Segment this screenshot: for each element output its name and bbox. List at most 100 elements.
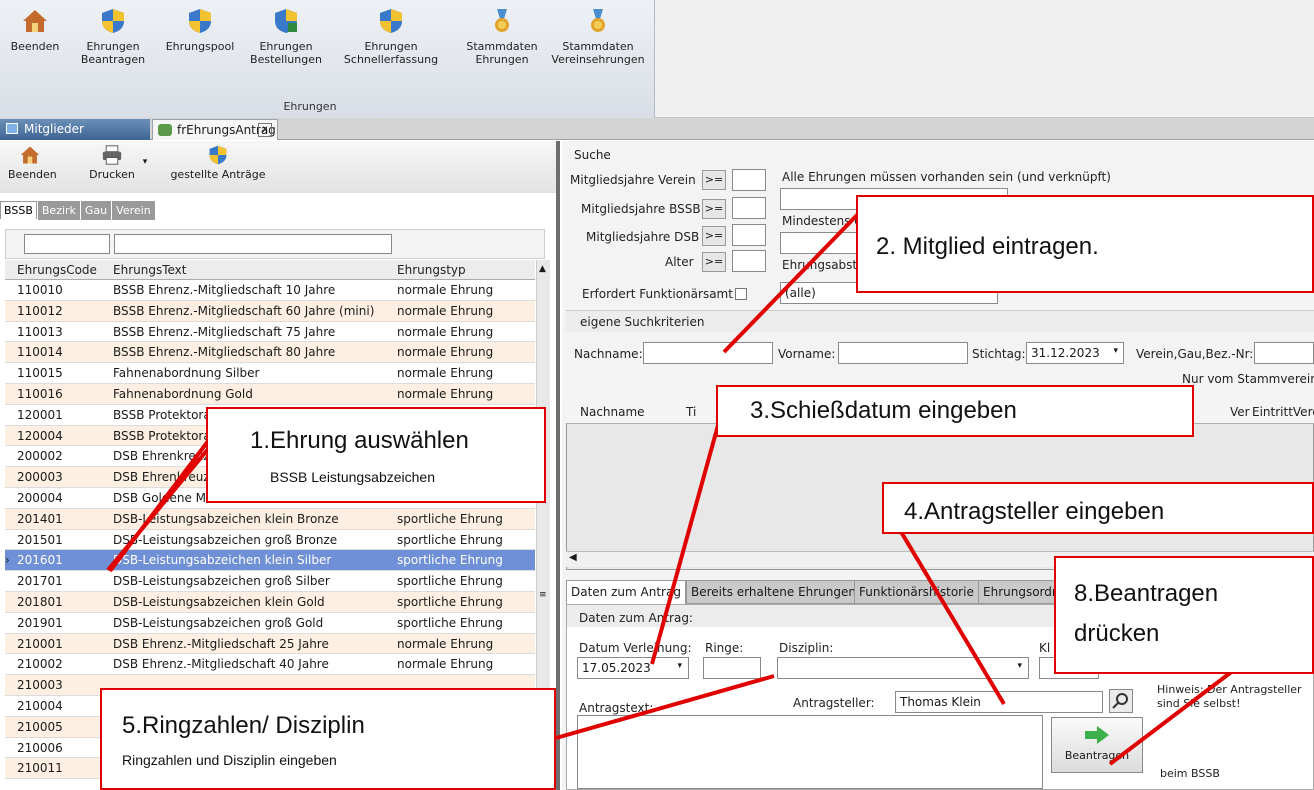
mj-verein-op[interactable]: >= (702, 170, 726, 190)
drucken-button[interactable]: Drucken (86, 145, 138, 181)
shield-b-icon (275, 9, 297, 33)
datum-input[interactable]: 17.05.2023 ▾ (577, 657, 689, 679)
table-cell: normale Ehrung (397, 657, 494, 672)
mj-bssb-op[interactable]: >= (702, 199, 726, 219)
beenden-button[interactable]: Beenden (8, 145, 57, 181)
tab-funktionaershistorie[interactable]: Funktionärshistorie (854, 580, 979, 604)
tab-gau[interactable]: Gau (80, 201, 112, 220)
ehrungsabst-label: Ehrungsabst (782, 258, 858, 272)
chevron-down-icon[interactable]: ▾ (1017, 661, 1022, 671)
col-ehrungstext[interactable]: EhrungsText (113, 260, 397, 280)
col-titel[interactable]: Ti (686, 405, 696, 419)
col-ehrungstyp[interactable]: Ehrungstyp (397, 260, 535, 280)
table-cell: DSB-Leistungsabzeichen groß Gold (113, 615, 324, 630)
alle-ehrungen-label: Alle Ehrungen müssen vorhanden sein (und… (782, 170, 1111, 184)
mj-dsb-label: Mitgliedsjahre DSB (586, 230, 700, 244)
table-cell: normale Ehrung (397, 366, 494, 381)
alter-input[interactable] (732, 250, 766, 272)
ribbon-ehrungen-schnellerfassung-button[interactable]: Ehrungen Schnellerfassung (336, 8, 446, 98)
mj-dsb-op[interactable]: >= (702, 226, 726, 246)
table-cell: DSB-Leistungsabzeichen klein Silber (113, 553, 332, 568)
chevron-down-icon[interactable]: ▾ (1113, 346, 1118, 356)
erfordert-checkbox[interactable] (735, 288, 747, 300)
col-nachname[interactable]: Nachname (580, 405, 645, 419)
splitter[interactable] (556, 141, 560, 790)
tab-ehrungsordnung[interactable]: Ehrungsordn (978, 580, 1065, 604)
table-row[interactable]: 201701 DSB-Leistungsabzeichen groß Silber… (5, 571, 535, 592)
ribbon: Beenden Ehrungen Beantragen Ehrungspool … (0, 0, 1314, 118)
ribbon-ehrungspool-button[interactable]: Ehrungspool (160, 8, 240, 98)
table-row[interactable]: 210001 DSB Ehrenz.-Mitgliedschaft 25 Jahr… (5, 633, 535, 655)
table-row[interactable]: 110016 Fahnenabordnung Gold normale Ehrung (5, 383, 535, 405)
table-row[interactable]: › 201601 DSB-Leistungsabzeichen klein Silb… (5, 550, 535, 572)
callout-3: 3.Schießdatum eingeben (716, 385, 1194, 437)
callout-4: 4.Antragsteller eingeben (882, 482, 1314, 534)
table-row[interactable]: 201401 DSB-Leistungsabzeichen klein Bronz… (5, 508, 535, 530)
antragstext-input[interactable] (577, 715, 1043, 789)
table-row[interactable]: 201801 DSB-Leistungsabzeichen klein Gold s… (5, 591, 535, 613)
chevron-down-icon[interactable]: ▾ (677, 661, 682, 671)
table-row[interactable]: 110015 Fahnenabordnung Silber normale Ehru… (5, 363, 535, 384)
close-icon[interactable]: x (258, 123, 272, 137)
table-row[interactable]: 201501 DSB-Leistungsabzeichen groß Bronze… (5, 529, 535, 551)
tab-frehrungsantrag[interactable]: frEhrungsAntrag x (152, 119, 278, 140)
table-cell: 201801 (17, 594, 63, 609)
mj-bssb-input[interactable] (732, 197, 766, 219)
nachname-input[interactable] (643, 342, 773, 364)
table-row[interactable]: 201901 DSB-Leistungsabzeichen groß Gold sp… (5, 612, 535, 634)
tab-mitglieder[interactable]: Mitglieder (0, 119, 150, 140)
mindestens-input[interactable] (780, 232, 860, 254)
ribbon-beenden-button[interactable]: Beenden (6, 8, 64, 98)
table-cell: BSSB Ehrenz.-Mitgliedschaft 60 Jahre (mi… (113, 303, 375, 318)
disziplin-select[interactable]: ▾ (777, 657, 1029, 679)
beantragen-button[interactable]: Beantragen (1051, 717, 1143, 773)
table-cell: sportliche Ehrung (397, 511, 503, 526)
ribbon-stammdaten-vereinsehrungen-button[interactable]: Stammdaten Vereinsehrungen (548, 8, 648, 98)
table-row[interactable]: 110010 BSSB Ehrenz.-Mitgliedschaft 10 Jah… (5, 280, 535, 301)
scroll-up-icon[interactable]: ▲ (539, 264, 546, 274)
level-tabs: BSSB Bezirk Gau Verein (0, 201, 156, 221)
tab-bereits-erhaltene[interactable]: Bereits erhaltene Ehrungen (686, 580, 861, 604)
ringe-input[interactable] (703, 657, 761, 679)
table-row[interactable]: 210002 DSB Ehrenz.-Mitgliedschaft 40 Jahr… (5, 654, 535, 676)
table-cell: sportliche Ehrung (397, 532, 503, 547)
shield-icon (189, 9, 211, 33)
drucken-dropdown-icon[interactable]: ▾ (140, 157, 150, 167)
mj-verein-input[interactable] (732, 169, 766, 191)
hinweis-text: Hinweis: Der Antragsteller sind Sie selb… (1157, 683, 1302, 710)
tab-bssb[interactable]: BSSB (0, 201, 37, 219)
mj-dsb-input[interactable] (732, 224, 766, 246)
scroll-grip-icon[interactable]: ≡ (539, 590, 547, 600)
tab-daten-zum-antrag[interactable]: Daten zum Antrag (566, 580, 686, 604)
ribbon-ehrungen-beantragen-button[interactable]: Ehrungen Beantragen (76, 8, 150, 98)
left-toolbar: Beenden Drucken ▾ gestellte Anträge (0, 141, 556, 193)
table-row[interactable]: 110012 BSSB Ehrenz.-Mitgliedschaft 60 Jah… (5, 300, 535, 322)
shield-star-icon (380, 9, 402, 33)
filter-text-input[interactable] (114, 234, 392, 254)
table-cell: 210006 (17, 740, 63, 755)
ribbon-ehrungen-bestellungen-button[interactable]: Ehrungen Bestellungen (246, 8, 326, 98)
col-ehrungscode[interactable]: EhrungsCode (17, 260, 111, 280)
table-cell: DSB-Leistungsabzeichen groß Silber (113, 574, 330, 589)
tab-verein[interactable]: Verein (112, 201, 155, 220)
filter-code-input[interactable] (24, 234, 110, 254)
stichtag-input[interactable]: 31.12.2023 ▾ (1026, 342, 1124, 364)
scroll-left-icon[interactable]: ◀ (569, 552, 577, 563)
filter-row (5, 229, 545, 259)
table-row[interactable]: 110013 BSSB Ehrenz.-Mitgliedschaft 75 Jah… (5, 321, 535, 343)
verein-nr-label: Verein,Gau,Bez.-Nr: (1136, 347, 1254, 361)
table-cell: 200002 (17, 449, 63, 464)
col-ver[interactable]: Ver (1230, 405, 1250, 419)
antragsteller-input[interactable]: Thomas Klein (895, 691, 1103, 713)
col-eintritt[interactable]: EintrittVere (1252, 405, 1314, 419)
antragsteller-search-button[interactable] (1109, 689, 1133, 713)
alter-op[interactable]: >= (702, 252, 726, 272)
vorname-input[interactable] (838, 342, 968, 364)
table-cell: normale Ehrung (397, 303, 494, 318)
callout-5: 5.Ringzahlen/ Disziplin Ringzahlen und D… (100, 688, 556, 790)
tab-bezirk[interactable]: Bezirk (37, 201, 80, 220)
verein-nr-input[interactable] (1254, 342, 1314, 364)
ribbon-stammdaten-ehrungen-button[interactable]: Stammdaten Ehrungen (464, 8, 540, 98)
table-row[interactable]: 110014 BSSB Ehrenz.-Mitgliedschaft 80 Jah… (5, 342, 535, 364)
gestellte-antraege-button[interactable]: gestellte Anträge (168, 145, 268, 181)
